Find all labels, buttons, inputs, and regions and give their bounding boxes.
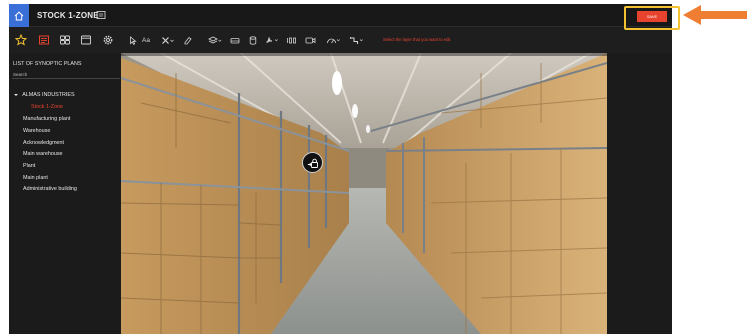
pipe-icon <box>350 36 363 44</box>
tree-root-almas-industries[interactable]: ALMAS INDUSTRIES <box>14 92 75 98</box>
tree-item-main-plant[interactable]: Main plant <box>23 175 48 181</box>
unlock-layer-button[interactable] <box>302 152 323 173</box>
vehicle-tool[interactable] <box>230 35 240 45</box>
tree-item-main-warehouse[interactable]: Main warehouse <box>23 151 63 157</box>
pipe-tool[interactable] <box>349 35 364 45</box>
fan-tool[interactable] <box>264 35 279 45</box>
gear-icon <box>103 35 113 45</box>
gauge-tool[interactable] <box>326 35 341 45</box>
pressure-icon <box>287 37 296 43</box>
grid-button[interactable] <box>56 31 74 49</box>
page-title: STOCK 1-ZONE <box>37 11 99 20</box>
window-icon <box>81 35 91 45</box>
pressure-tool[interactable] <box>286 35 297 45</box>
document-icon[interactable] <box>96 10 106 20</box>
unlock-icon <box>307 158 318 168</box>
tree-root-label: ALMAS INDUSTRIES <box>22 92 75 98</box>
tree-item-plant[interactable]: Plant <box>23 163 35 169</box>
star-icon <box>15 34 27 46</box>
delete-tool[interactable] <box>161 35 174 45</box>
warehouse-background-image <box>121 53 607 334</box>
title-bar: STOCK 1-ZONE SAVE <box>9 4 672 27</box>
sidebar-title: LIST OF SYNOPTIC PLANS <box>13 61 82 67</box>
synoptic-plans-sidebar: LIST OF SYNOPTIC PLANS ALMAS INDUSTRIES … <box>9 53 121 334</box>
grid-icon <box>60 35 70 45</box>
tree-item-warehouse[interactable]: Warehouse <box>23 128 50 134</box>
close-icon <box>162 36 174 44</box>
save-highlight-box <box>624 6 680 30</box>
home-icon <box>14 11 24 20</box>
camera-icon <box>305 37 316 43</box>
fan-icon <box>266 36 278 43</box>
gauge-icon <box>327 38 340 43</box>
tree-item-acknowledgment[interactable]: Acknowledgment <box>23 140 64 146</box>
cylinder-icon <box>249 35 257 45</box>
eraser-icon <box>184 36 192 44</box>
tree-item-manufacturing-plant[interactable]: Manufacturing plant <box>23 116 70 122</box>
synoptic-editor-window: STOCK 1-ZONE SAVE Aa Select the layer th… <box>9 4 672 334</box>
pointer-icon <box>130 35 137 45</box>
tree-item-stock-1-zone[interactable]: Stock 1-Zone <box>31 104 63 110</box>
layers-tool[interactable] <box>208 35 222 45</box>
tree-item-administrative-building[interactable]: Administrative building <box>23 186 77 192</box>
caret-down-icon <box>14 93 18 96</box>
callout-arrow-icon <box>683 5 747 25</box>
window-button[interactable] <box>77 31 95 49</box>
layer-hint-text: Select the layer that you want to edit <box>383 37 451 42</box>
cylinder-tool[interactable] <box>249 35 257 45</box>
camera-tool[interactable] <box>305 35 316 45</box>
plans-button[interactable] <box>35 31 53 49</box>
toolbar: Aa Select the layer that you want to edi… <box>9 27 672 53</box>
search-input[interactable] <box>12 71 120 79</box>
layers-folder-icon <box>39 35 49 45</box>
text-icon: Aa <box>142 36 150 44</box>
layers-icon <box>208 36 222 43</box>
canvas-side-panel <box>607 53 672 334</box>
vehicle-icon <box>230 37 240 43</box>
pointer-tool[interactable] <box>129 35 137 45</box>
settings-button[interactable] <box>99 31 117 49</box>
home-button[interactable] <box>9 4 29 27</box>
synoptic-canvas[interactable] <box>121 53 672 334</box>
eraser-tool[interactable] <box>183 35 192 45</box>
text-tool[interactable]: Aa <box>142 35 150 45</box>
favorites-button[interactable] <box>12 31 30 49</box>
